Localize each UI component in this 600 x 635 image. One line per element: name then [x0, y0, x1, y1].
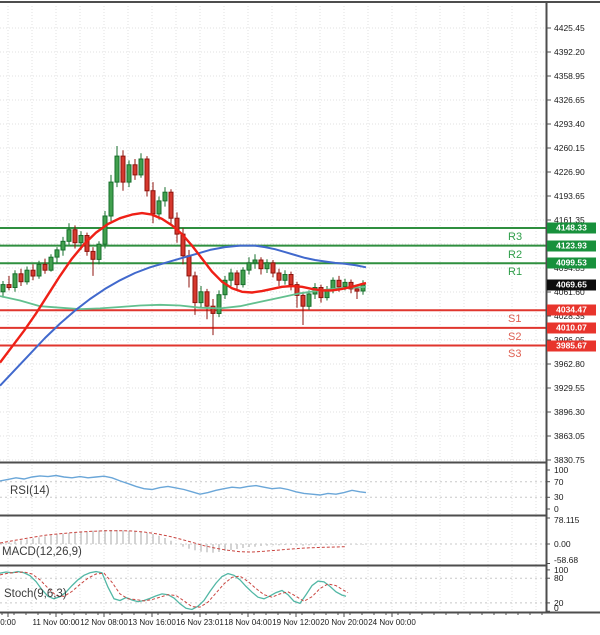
candle-body — [271, 263, 275, 273]
candle-body — [121, 156, 125, 182]
candle-body — [229, 273, 233, 280]
candle-body — [241, 270, 245, 284]
candle-body — [133, 165, 137, 175]
candle-body — [91, 251, 95, 259]
candle-body — [55, 250, 59, 257]
trading-chart-window: RSI(14) MACD(12,26,9) Stoch(9,6,3) 4425.… — [0, 0, 600, 635]
panel-borders — [0, 2, 600, 613]
candle-body — [97, 244, 101, 259]
stoch-main-line — [0, 572, 346, 610]
candle-body — [1, 285, 5, 292]
axis-ticks — [2, 28, 551, 617]
candle-body — [13, 274, 17, 288]
candle-body — [289, 275, 293, 285]
candle-body — [199, 292, 203, 303]
candle-body — [283, 275, 287, 281]
candle-body — [67, 230, 71, 242]
rsi-line — [0, 476, 366, 496]
candle-body — [139, 159, 143, 175]
candle-body — [217, 295, 221, 314]
candle-body — [19, 274, 23, 282]
candle-body — [307, 294, 311, 306]
candle-body — [25, 270, 29, 282]
candle-body — [163, 192, 167, 201]
candle-body — [301, 295, 305, 306]
candle-body — [343, 282, 347, 286]
candle-body — [37, 264, 41, 276]
candle-body — [235, 273, 239, 285]
candle-body — [127, 165, 131, 182]
candle-body — [49, 257, 53, 270]
candle-body — [355, 289, 359, 291]
candle-body — [265, 263, 269, 269]
candle-body — [109, 182, 113, 216]
candle-body — [115, 156, 119, 182]
candle-body — [169, 192, 173, 218]
candle-body — [7, 285, 11, 288]
chart-canvas[interactable] — [0, 0, 600, 635]
candle-body — [247, 263, 251, 270]
candle-body — [259, 260, 263, 269]
candle-body — [79, 236, 83, 243]
candle-body — [157, 201, 161, 214]
candle-body — [187, 256, 191, 276]
candle-body — [61, 241, 65, 250]
candle-body — [205, 292, 209, 306]
candle-body — [337, 280, 341, 287]
candle-body — [277, 273, 281, 280]
candle-body — [31, 270, 35, 276]
candle-body — [103, 216, 107, 244]
candle-body — [43, 264, 47, 270]
candle-body — [145, 159, 149, 191]
candle-body — [151, 191, 155, 214]
candle-body — [253, 260, 257, 263]
candle-body — [73, 230, 77, 243]
candle-body — [193, 276, 197, 303]
